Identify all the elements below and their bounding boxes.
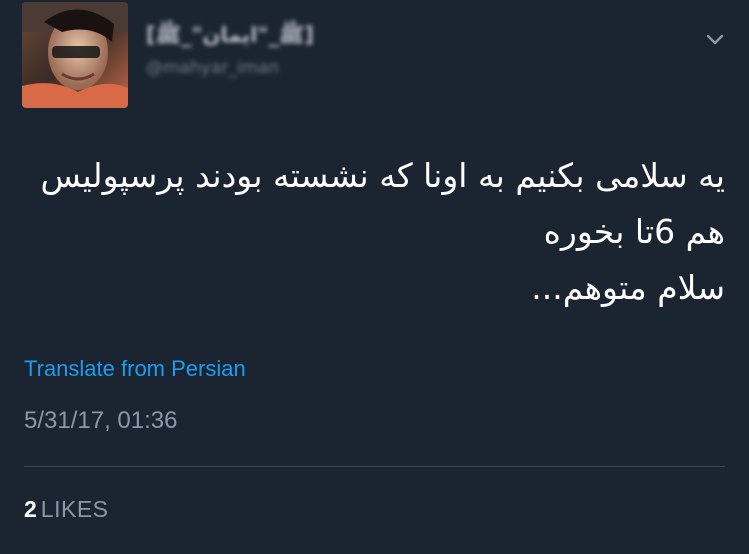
author-handle[interactable]: @mahyar_iman	[146, 58, 279, 78]
likes-count: 2	[24, 496, 37, 522]
author-display-name[interactable]: [ﷺ_"ایمان"_ﷺ]	[146, 22, 314, 53]
profile-photo-icon	[22, 2, 128, 108]
tweet-text-line: سلام متوهم...	[531, 268, 725, 307]
tweet-card: [ﷺ_"ایمان"_ﷺ] @mahyar_iman یه سلامی بکنی…	[0, 0, 749, 554]
likes-stat[interactable]: 2 LIKES	[24, 496, 109, 523]
tweet-text: یه سلامی بکنیم به اونا که نشسته بودند پر…	[25, 148, 725, 316]
chevron-down-icon[interactable]	[703, 27, 727, 51]
divider	[24, 466, 725, 467]
tweet-text-line: هم 6تا بخوره	[543, 212, 725, 251]
translate-link[interactable]: Translate from Persian	[24, 356, 246, 382]
likes-label: LIKES	[40, 496, 109, 522]
tweet-text-line: یه سلامی بکنیم به اونا که نشسته بودند پر…	[40, 156, 725, 195]
avatar[interactable]	[22, 2, 128, 108]
tweet-timestamp[interactable]: 5/31/17, 01:36	[24, 407, 177, 435]
